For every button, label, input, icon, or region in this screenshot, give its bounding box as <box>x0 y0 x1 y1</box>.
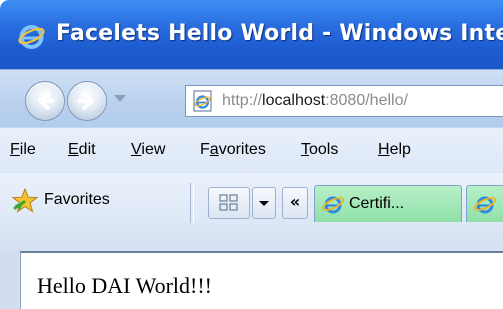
browser-window: Facelets Hello World - Windows Inte http… <box>0 0 503 309</box>
back-arrow-icon <box>38 92 54 110</box>
menu-favorites-mnemonic: a <box>209 141 219 158</box>
menu-bar: File Edit View Favorites Tools Help <box>0 127 503 174</box>
hello-message: Hello DAI World!!! <box>37 273 213 298</box>
menu-view-label: iew <box>141 141 166 158</box>
forward-button[interactable] <box>67 81 107 121</box>
tab-second[interactable] <box>466 185 503 222</box>
ie-logo-icon <box>18 25 45 49</box>
url-path: /hello/ <box>365 92 408 109</box>
menu-tools-label: ools <box>309 141 339 158</box>
menu-view[interactable]: View <box>131 141 165 159</box>
menu-edit-label: dit <box>78 141 96 158</box>
chevron-down-icon <box>259 201 269 206</box>
url-host: localhost <box>262 92 326 109</box>
favorites-button[interactable]: Favorites <box>44 191 110 209</box>
menu-edit-mnemonic: E <box>68 141 79 158</box>
address-url[interactable]: http://localhost:8080/hello/ <box>222 92 408 110</box>
menu-help-mnemonic: H <box>378 141 390 158</box>
tab-label: Certifi... <box>349 195 405 212</box>
back-button[interactable] <box>25 81 65 121</box>
address-bar[interactable]: http://localhost:8080/hello/ <box>185 85 503 117</box>
quick-tabs-button[interactable] <box>208 187 250 219</box>
content-frame: Hello DAI World!!! <box>0 251 503 309</box>
tab-list-dropdown[interactable] <box>252 187 276 219</box>
menu-favorites[interactable]: Favorites <box>200 141 266 159</box>
page-icon <box>193 90 212 112</box>
menu-help-label: elp <box>389 141 411 158</box>
favorites-bar: Favorites « Certifi... <box>0 173 503 252</box>
favorites-star-icon[interactable] <box>12 188 38 214</box>
url-scheme: http:// <box>222 92 263 109</box>
menu-favorites-pre: F <box>200 141 210 158</box>
ie-page-icon <box>473 196 497 214</box>
window-title: Facelets Hello World - Windows Inte <box>56 21 503 46</box>
page-content: Hello DAI World!!! <box>20 251 503 309</box>
menu-file-label: ile <box>19 141 36 158</box>
ie-page-icon <box>321 196 345 214</box>
tab-certificate[interactable]: Certifi... <box>314 185 462 222</box>
menu-favorites-label: vorites <box>218 141 266 158</box>
menu-tools[interactable]: Tools <box>301 141 338 159</box>
menu-edit[interactable]: Edit <box>68 141 96 159</box>
menu-view-mnemonic: V <box>131 141 142 158</box>
url-port: :8080 <box>325 92 366 109</box>
menu-help[interactable]: Help <box>378 141 411 159</box>
menu-tools-mnemonic: T <box>301 141 309 158</box>
menu-file[interactable]: File <box>10 141 36 159</box>
quick-tabs-icon <box>219 194 238 211</box>
tab-scroll-left-button[interactable]: « <box>282 187 308 219</box>
forward-arrow-icon <box>78 92 94 110</box>
navigation-bar: http://localhost:8080/hello/ <box>0 69 503 128</box>
toolbar-separator <box>190 183 194 223</box>
recent-pages-dropdown[interactable] <box>114 95 126 102</box>
title-bar[interactable]: Facelets Hello World - Windows Inte <box>0 0 503 69</box>
menu-file-mnemonic: F <box>10 141 20 158</box>
